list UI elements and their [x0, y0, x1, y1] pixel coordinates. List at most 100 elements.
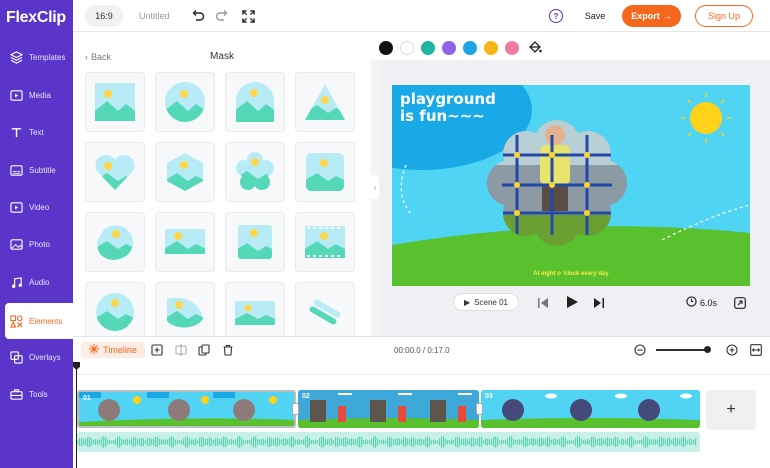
timeline-label: Timeline — [103, 345, 137, 355]
aspect-ratio-button[interactable]: 16:9 — [85, 5, 123, 27]
scene-play-button[interactable]: ▶ Scene 01 — [453, 293, 519, 311]
chevron-left-icon: ‹ — [373, 182, 377, 192]
clip-thumbnails — [79, 392, 294, 426]
mask-tilted-stack[interactable] — [295, 282, 355, 342]
color-swatch-purple[interactable] — [442, 41, 456, 55]
add-scene-button[interactable]: + — [706, 390, 756, 430]
transition-handle[interactable] — [476, 403, 483, 415]
sidebar-item-tools[interactable]: Tools — [0, 376, 73, 412]
sidebar-item-overlays[interactable]: Overlays — [0, 339, 73, 375]
expand-icon[interactable] — [734, 296, 746, 309]
timeline-clip[interactable]: 03 — [481, 390, 700, 428]
mask-blob[interactable] — [85, 212, 145, 272]
audio-track[interactable] — [77, 432, 700, 452]
sidebar-item-video[interactable]: Video — [0, 189, 73, 225]
sidebar-item-label: Overlays — [29, 352, 61, 362]
color-swatch-teal[interactable] — [421, 41, 435, 55]
flexclip-logo[interactable]: FlexClip — [6, 9, 66, 27]
sidebar-item-label: Subtitle — [29, 165, 56, 175]
timeline-clip[interactable]: 01 — [77, 390, 296, 428]
color-toolbar — [371, 32, 770, 60]
save-button[interactable]: Save — [578, 5, 612, 27]
sidebar-item-label: Text — [29, 127, 44, 137]
clip-number: 01 — [83, 395, 91, 402]
mask-rectangle[interactable] — [225, 282, 285, 342]
play-icon: ▶ — [464, 297, 471, 307]
sidebar-item-label: Templates — [29, 52, 66, 62]
clip-thumbnails — [298, 390, 479, 428]
export-button[interactable]: Export → — [622, 5, 681, 27]
sidebar-item-text[interactable]: Text — [0, 114, 73, 150]
layers-icon — [9, 50, 23, 64]
zoom-out-icon[interactable] — [633, 343, 647, 357]
mask-hexagon[interactable] — [155, 142, 215, 202]
zoom-slider-handle[interactable] — [704, 346, 711, 353]
sidebar-item-subtitle[interactable]: Subtitle — [0, 152, 73, 188]
sidebar-item-media[interactable]: Media — [0, 77, 73, 113]
mask-heart[interactable] — [85, 142, 145, 202]
color-swatch-yellow[interactable] — [484, 41, 498, 55]
mask-arch[interactable] — [225, 72, 285, 132]
play-icon[interactable] — [565, 295, 579, 309]
project-title[interactable]: Untitled — [139, 11, 170, 21]
skip-forward-icon[interactable] — [593, 296, 605, 308]
sidebar-item-label: Video — [29, 202, 50, 212]
mask-soft-square[interactable] — [225, 212, 285, 272]
mask-square[interactable] — [85, 72, 145, 132]
scene-duration[interactable]: 6.0s — [686, 296, 717, 309]
media-icon — [9, 88, 23, 102]
sign-up-button[interactable]: Sign Up — [695, 5, 753, 27]
caption-text[interactable]: At eight o 'clock every day — [392, 271, 750, 277]
mask-circle[interactable] — [155, 72, 215, 132]
text-icon — [9, 125, 23, 139]
clip-thumbnails — [481, 390, 700, 428]
mask-flower[interactable] — [225, 142, 285, 202]
overlays-icon — [9, 350, 23, 364]
sidebar-item-templates[interactable]: Templates — [0, 39, 73, 75]
color-swatch-black[interactable] — [379, 41, 393, 55]
mask-circle-2[interactable] — [85, 282, 145, 342]
help-icon[interactable]: ? — [549, 9, 563, 23]
mask-film-strip[interactable] — [295, 212, 355, 272]
mask-rounded-square[interactable] — [295, 142, 355, 202]
sidebar-item-audio[interactable]: Audio — [0, 264, 73, 300]
arrow-right-icon: → — [662, 11, 672, 21]
zoom-slider-track[interactable] — [656, 349, 708, 351]
headline-text[interactable]: playground is fun~~~ — [400, 91, 496, 125]
photo-icon — [9, 237, 23, 251]
mask-triangle[interactable] — [295, 72, 355, 132]
mask-wave-rect[interactable] — [155, 212, 215, 272]
video-icon — [9, 200, 23, 214]
split-icon[interactable] — [174, 343, 188, 357]
sidebar-item-label: Audio — [29, 277, 50, 287]
player-controls: ▶ Scene 01 6.0s — [380, 286, 770, 318]
color-swatch-pink[interactable] — [505, 41, 519, 55]
undo-icon[interactable] — [190, 8, 206, 24]
skip-back-icon[interactable] — [537, 296, 549, 308]
video-canvas[interactable]: playground is fun~~~ At eight o 'clock e… — [392, 85, 750, 286]
export-label: Export — [631, 11, 660, 21]
tools-icon — [9, 387, 23, 401]
timeline-ruler[interactable] — [73, 363, 770, 375]
duration-value: 6.0s — [700, 297, 718, 308]
redo-icon[interactable] — [214, 8, 230, 24]
duplicate-icon[interactable] — [197, 343, 211, 357]
elements-icon — [9, 314, 23, 328]
transition-handle[interactable] — [292, 403, 299, 415]
zoom-in-icon[interactable] — [725, 343, 739, 357]
collapse-panel-button[interactable]: ‹ — [371, 175, 379, 199]
paint-bucket-icon[interactable] — [528, 40, 542, 54]
music-icon — [9, 275, 23, 289]
mask-leaf[interactable] — [155, 282, 215, 342]
add-scene-icon[interactable] — [150, 343, 164, 357]
sidebar-item-elements[interactable]: Elements — [5, 303, 73, 339]
color-swatch-blue[interactable] — [463, 41, 477, 55]
fullscreen-icon[interactable] — [240, 8, 256, 24]
top-bar: 16:9 Untitled ? Save Export → Sign Up — [73, 0, 770, 32]
sidebar-item-photo[interactable]: Photo — [0, 226, 73, 262]
trash-icon[interactable] — [221, 343, 235, 357]
timeline-toggle-button[interactable]: Timeline — [81, 342, 145, 358]
fit-timeline-icon[interactable] — [749, 343, 763, 357]
color-swatch-white[interactable] — [400, 41, 414, 55]
timeline-clip[interactable]: 02 — [298, 390, 479, 428]
